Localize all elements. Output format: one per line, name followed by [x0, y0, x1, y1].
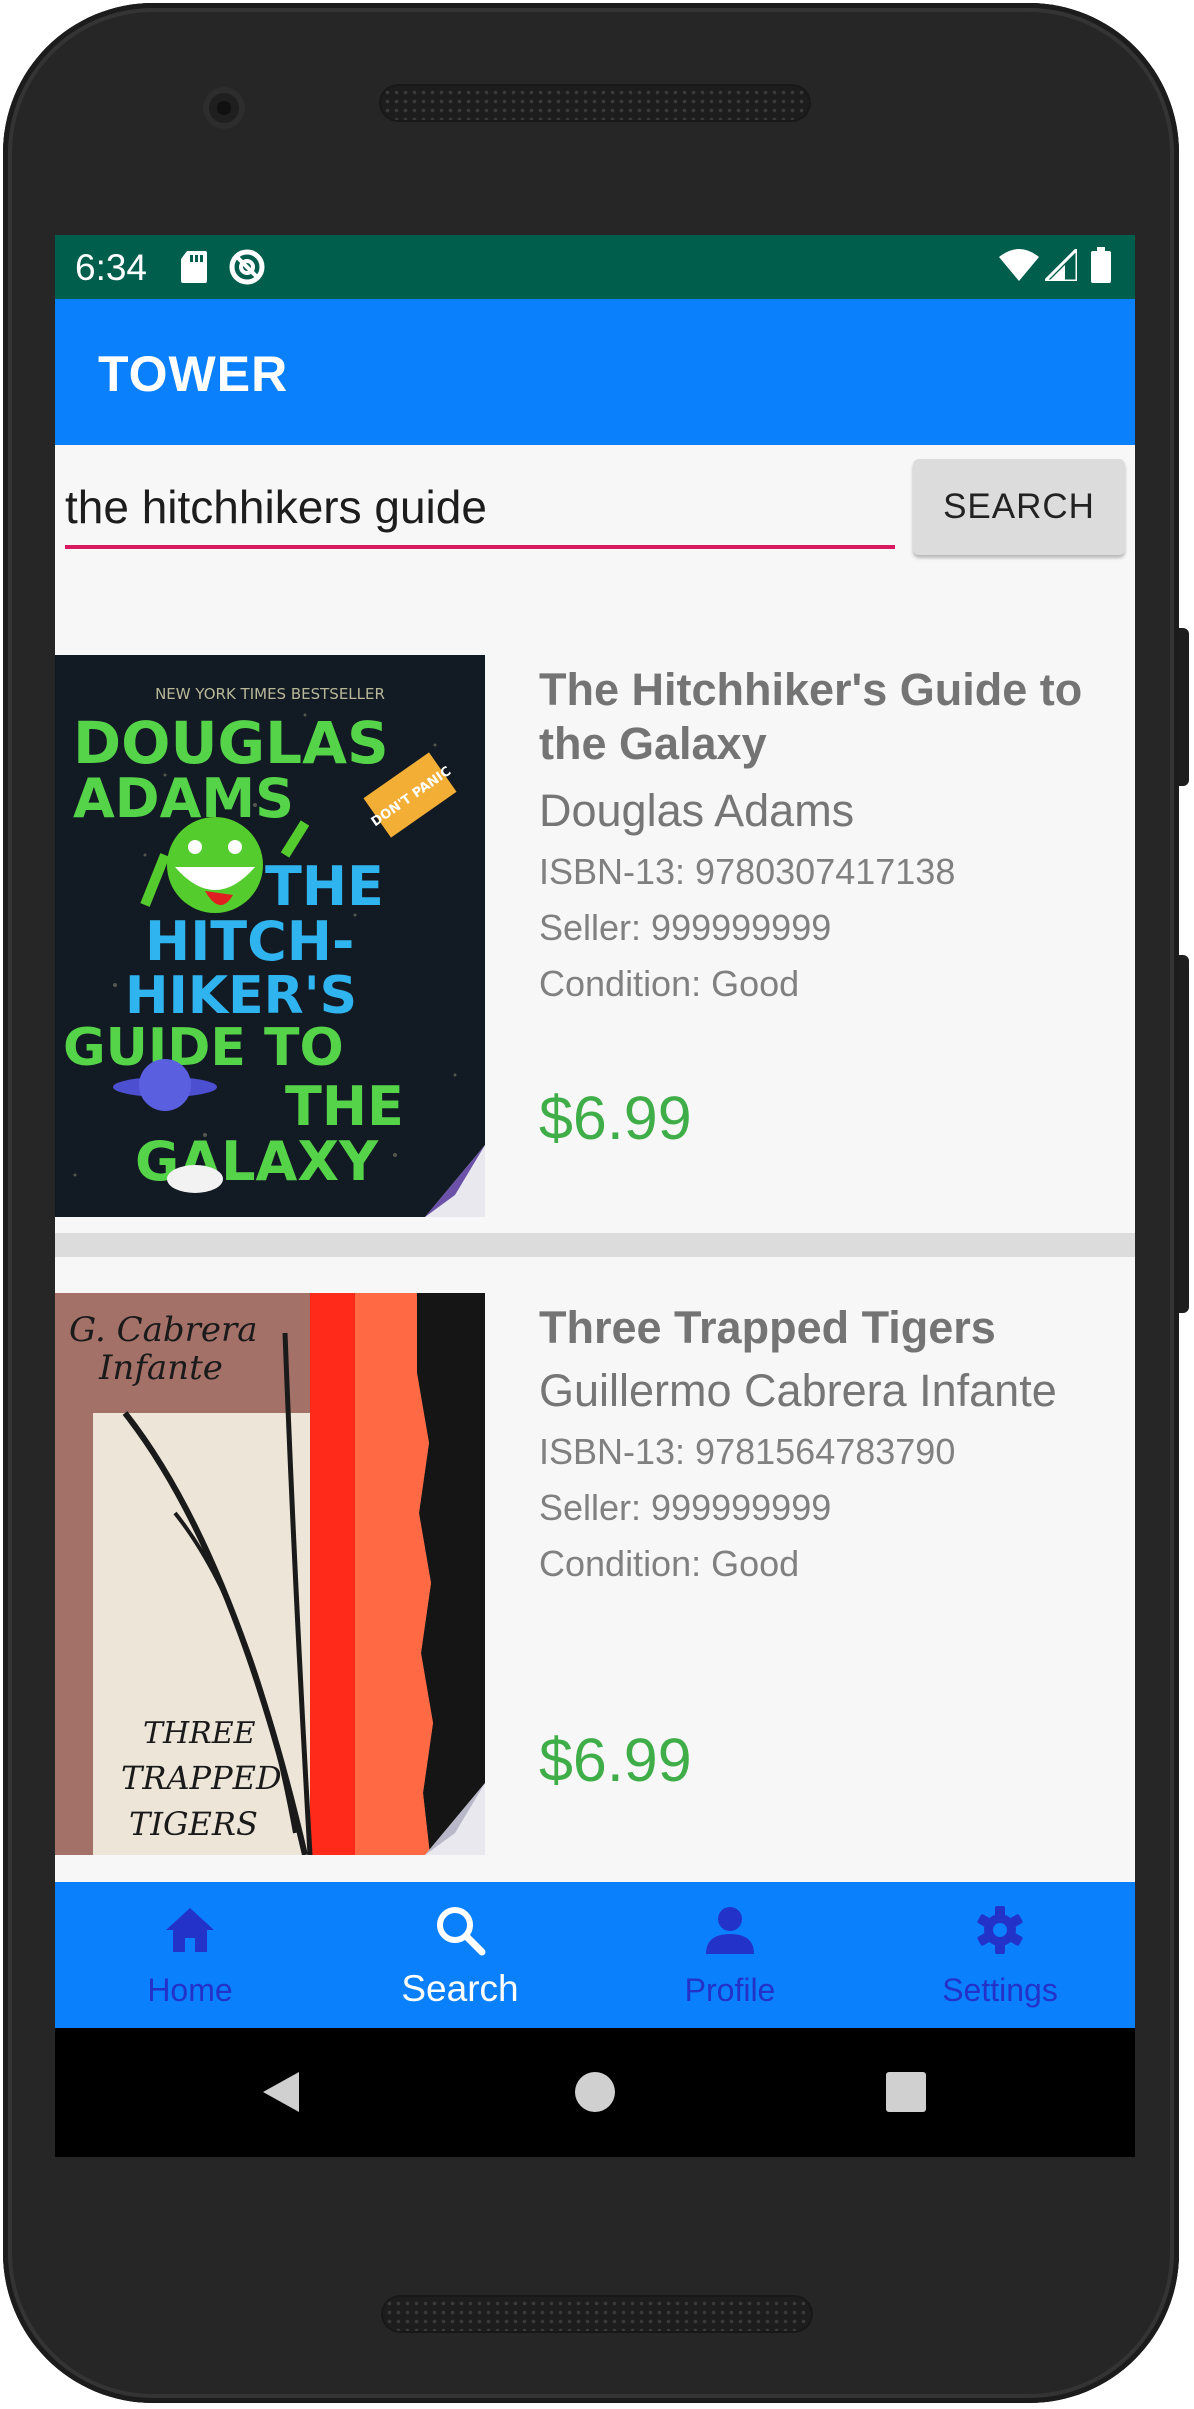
nav-label-profile: Profile	[684, 1972, 776, 2008]
sd-card-icon	[181, 251, 207, 283]
system-nav-bar	[55, 2028, 1135, 2157]
book-price: $6.99	[539, 1084, 692, 1152]
front-camera	[203, 87, 245, 129]
card-divider	[55, 1233, 1135, 1257]
cover-title-line3: TIGERS	[129, 1805, 258, 1843]
nav-item-profile[interactable]: Profile	[595, 1882, 865, 2028]
book-seller: Seller: 999999999	[539, 907, 832, 948]
book-author: Guillermo Cabrera Infante	[539, 1365, 1057, 1416]
book-cover-image: G. Cabrera Infante THREE TRAPPED TIGERS	[55, 1293, 485, 1855]
cover-title-line4: GUIDE TO	[63, 1018, 344, 1078]
volume-button	[1179, 955, 1189, 1313]
status-time: 6:34	[75, 247, 148, 288]
battery-icon	[1091, 247, 1111, 283]
nav-label-settings: Settings	[942, 1972, 1058, 2008]
status-bar: 6:34	[55, 235, 1135, 299]
cover-title-line2: HITCH-	[145, 910, 354, 973]
app-title: TOWER	[98, 346, 289, 402]
home-icon	[166, 1908, 214, 1952]
bottom-speaker	[381, 2295, 813, 2333]
book-condition: Condition: Good	[539, 1543, 800, 1584]
wifi-icon	[999, 249, 1039, 281]
nav-item-search[interactable]: Search	[325, 1882, 595, 2028]
nav-item-home[interactable]: Home	[55, 1882, 325, 2028]
book-author: Douglas Adams	[539, 785, 855, 836]
search-row: SEARCH	[55, 445, 1135, 565]
book-isbn: ISBN-13: 9781564783790	[539, 1431, 956, 1472]
cover-author-line2: ADAMS	[73, 767, 294, 830]
cover-author-line2: Infante	[98, 1348, 223, 1388]
gear-icon	[977, 1906, 1023, 1954]
nav-item-settings[interactable]: Settings	[865, 1882, 1135, 2028]
book-condition: Condition: Good	[539, 963, 800, 1004]
back-icon[interactable]	[261, 2070, 301, 2114]
result-card[interactable]: G. Cabrera Infante THREE TRAPPED TIGERS …	[55, 1293, 1135, 1855]
recents-icon[interactable]	[886, 2072, 926, 2112]
cover-title-line2: TRAPPED	[121, 1759, 282, 1797]
screen: 6:34 TOWER the hitchhikers guide SEARCH …	[55, 235, 1135, 2157]
signal-icon	[1045, 249, 1077, 281]
cover-tagline: NEW YORK TIMES BESTSELLER	[155, 685, 385, 703]
nav-label-home: Home	[147, 1972, 233, 2008]
sync-disabled-icon	[229, 249, 265, 285]
cover-title-line5: THE	[285, 1075, 404, 1138]
search-icon	[437, 1907, 486, 1956]
result-card[interactable]: NEW YORK TIMES BESTSELLER DOUGLAS ADAMS …	[55, 655, 1135, 1217]
person-icon	[706, 1907, 754, 1954]
bottom-nav: Home Search Profile Settings	[55, 1882, 1135, 2028]
home-circle-icon[interactable]	[574, 2071, 616, 2113]
app-bar: TOWER	[55, 299, 1135, 445]
phone-frame: 6:34 TOWER the hitchhikers guide SEARCH …	[3, 3, 1179, 2403]
book-cover-image: NEW YORK TIMES BESTSELLER DOUGLAS ADAMS …	[55, 655, 485, 1217]
book-title: The Hitchhiker's Guide to the Galaxy	[539, 664, 1083, 769]
nav-label-search: Search	[401, 1968, 519, 2009]
cover-author-line1: G. Cabrera	[69, 1310, 258, 1350]
book-price: $6.99	[539, 1726, 692, 1794]
power-button	[1179, 628, 1189, 786]
cover-title-line1: THE	[265, 855, 384, 918]
search-input[interactable]	[65, 469, 895, 549]
book-isbn: ISBN-13: 9780307417138	[539, 851, 956, 892]
book-title: Three Trapped Tigers	[539, 1302, 996, 1353]
search-button[interactable]: SEARCH	[913, 459, 1125, 555]
earpiece-speaker	[379, 84, 811, 122]
cover-title-line1: THREE	[143, 1716, 256, 1751]
book-seller: Seller: 999999999	[539, 1487, 832, 1528]
cover-title-line3: HIKER'S	[125, 966, 357, 1026]
